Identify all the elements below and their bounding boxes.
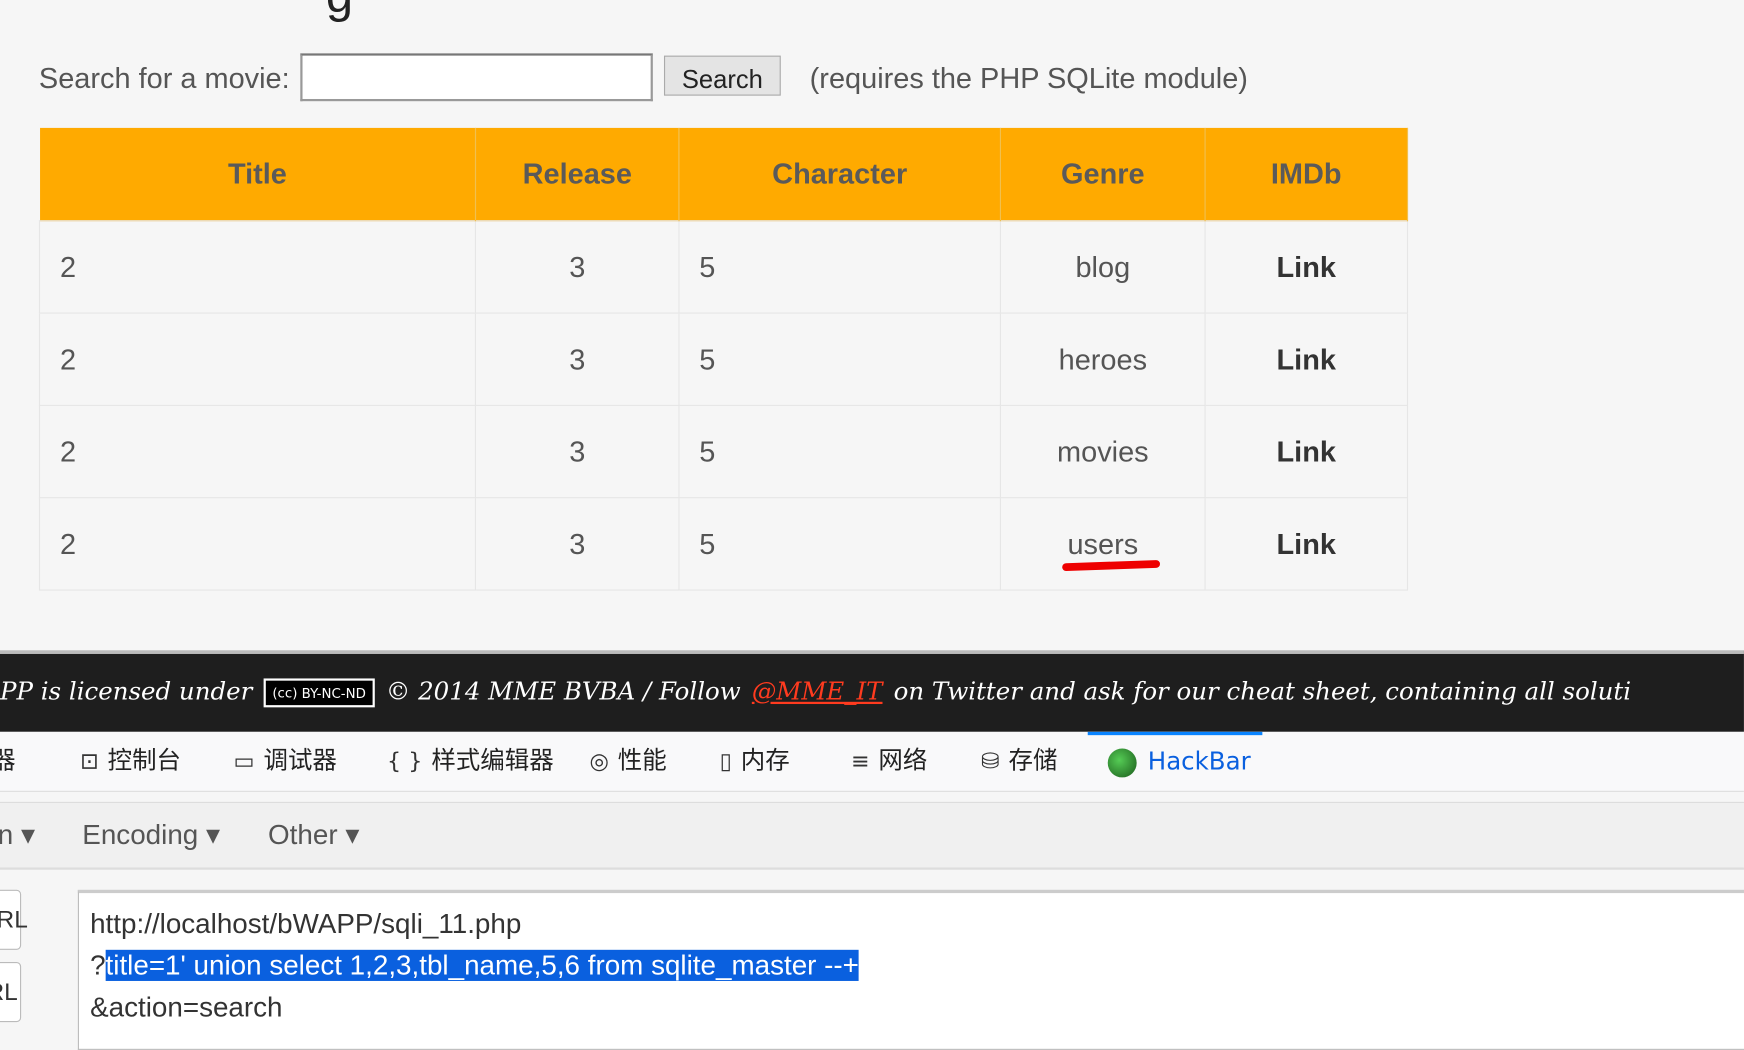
header-title: Title — [39, 127, 477, 221]
header-imdb: IMDb — [1204, 127, 1409, 221]
footer-copyright: © 2014 MME BVBA / Follow — [385, 678, 741, 707]
results-table: Title Release Character Genre IMDb 2 3 5 bl… — [38, 127, 1409, 591]
url-line: http://localhost/bWAPP/sqli_11.php — [90, 908, 522, 940]
footer-rest: on Twitter and ask for our cheat sheet, … — [893, 678, 1632, 707]
cell-title: 2 — [38, 312, 477, 406]
twitter-link[interactable]: @MME_IT — [752, 678, 883, 706]
imdb-link[interactable]: Link — [1204, 404, 1409, 499]
footer-license-text: PP is licensed under — [0, 678, 253, 707]
header-release: Release — [475, 127, 680, 221]
cell-title: 2 — [38, 404, 477, 499]
table-row: 2 3 5 heroes Link — [38, 312, 1409, 406]
menu-encoding[interactable]: Encoding ▾ — [82, 819, 220, 852]
url-textarea[interactable]: http://localhost/bWAPP/sqli_11.php ?titl… — [77, 889, 1744, 1050]
tab-debugger[interactable]: ▭ 调试器 — [234, 732, 337, 791]
tab-performance[interactable]: ◎ 性能 — [589, 732, 666, 791]
load-url-button[interactable]: URL — [0, 889, 28, 950]
cell-character: 5 — [678, 497, 1002, 591]
tab-memory[interactable]: ▯ 内存 — [720, 732, 790, 791]
imdb-link[interactable]: Link — [1204, 312, 1409, 406]
hackbar-icon — [1107, 748, 1137, 778]
devtools-tab-bar: 看器 ⊡ 控制台 ▭ 调试器 { } 样式编辑器 ◎ 性能 ▯ 内存 ≡ 网络 ⛁ 存储 Ha… — [0, 731, 1744, 792]
style-editor-icon: { } — [387, 747, 423, 775]
tab-label: 内存 — [740, 747, 790, 776]
tab-network[interactable]: ≡ 网络 — [851, 732, 927, 791]
hackbar-toolbar: n ▾ Encoding ▾ Other ▾ — [0, 801, 1744, 870]
tab-label: 调试器 — [263, 747, 337, 776]
table-row: 2 3 5 users Link — [38, 497, 1409, 591]
search-label: Search for a movie: — [38, 61, 290, 95]
cell-genre: movies — [1000, 404, 1206, 499]
url-line: ?title=1' union select 1,2,3,tbl_name,5,… — [90, 949, 859, 981]
tab-style-editor[interactable]: { } 样式编辑器 — [387, 732, 554, 791]
imdb-link[interactable]: Link — [1204, 497, 1409, 591]
network-icon: ≡ — [850, 747, 870, 775]
tab-label: 网络 — [878, 747, 928, 776]
page-heading-fragment: g — [326, 0, 353, 24]
cell-title: 2 — [38, 220, 477, 314]
tab-label: 看器 — [0, 747, 16, 775]
tab-console[interactable]: ⊡ 控制台 — [80, 732, 181, 791]
console-icon: ⊡ — [80, 747, 99, 775]
cell-character: 5 — [678, 220, 1002, 314]
selected-text: title=1' union select 1,2,3,tbl_name,5,6… — [105, 949, 859, 981]
cell-release: 3 — [475, 312, 680, 406]
requirement-note: (requires the PHP SQLite module) — [809, 61, 1248, 95]
performance-icon: ◎ — [589, 747, 609, 775]
cell-character: 5 — [678, 404, 1002, 499]
table-header-row: Title Release Character Genre IMDb — [39, 127, 1409, 221]
menu-other[interactable]: Other ▾ — [268, 819, 359, 852]
search-input[interactable] — [300, 53, 653, 102]
cell-character: 5 — [678, 312, 1002, 406]
cell-release: 3 — [475, 404, 680, 499]
storage-icon: ⛁ — [980, 747, 1000, 775]
tab-storage[interactable]: ⛁ 存储 — [981, 732, 1057, 791]
tab-label: 样式编辑器 — [431, 747, 554, 776]
cell-release: 3 — [475, 220, 680, 314]
tab-label: 控制台 — [107, 747, 182, 776]
table-row: 2 3 5 movies Link — [38, 404, 1409, 499]
url-line: &action=search — [90, 992, 283, 1024]
cell-release: 3 — [475, 497, 680, 591]
tab-hackbar[interactable]: HackBar — [1087, 731, 1263, 788]
search-button[interactable]: Search — [663, 55, 781, 96]
cell-genre: users — [1000, 497, 1206, 591]
cell-genre: blog — [1000, 220, 1206, 314]
tab-label: HackBar — [1147, 748, 1251, 777]
split-url-button[interactable]: RL — [0, 962, 22, 1023]
debugger-icon: ▭ — [233, 747, 255, 775]
memory-icon: ▯ — [719, 747, 732, 775]
cell-genre: heroes — [1000, 312, 1206, 406]
table-row: 2 3 5 blog Link — [38, 220, 1409, 314]
cell-title: 2 — [38, 497, 477, 591]
footer-bar: PP is licensed under (cc) BY-NC-ND © 2014 … — [0, 650, 1744, 732]
tab-label: 性能 — [617, 747, 667, 776]
header-character: Character — [678, 127, 1002, 221]
imdb-link[interactable]: Link — [1204, 220, 1409, 314]
tab-inspector[interactable]: 看器 — [0, 732, 16, 791]
tab-label: 存储 — [1008, 747, 1058, 776]
menu-encryption[interactable]: n ▾ — [0, 819, 35, 852]
cc-license-badge[interactable]: (cc) BY-NC-ND — [263, 678, 375, 708]
header-genre: Genre — [1000, 127, 1206, 221]
